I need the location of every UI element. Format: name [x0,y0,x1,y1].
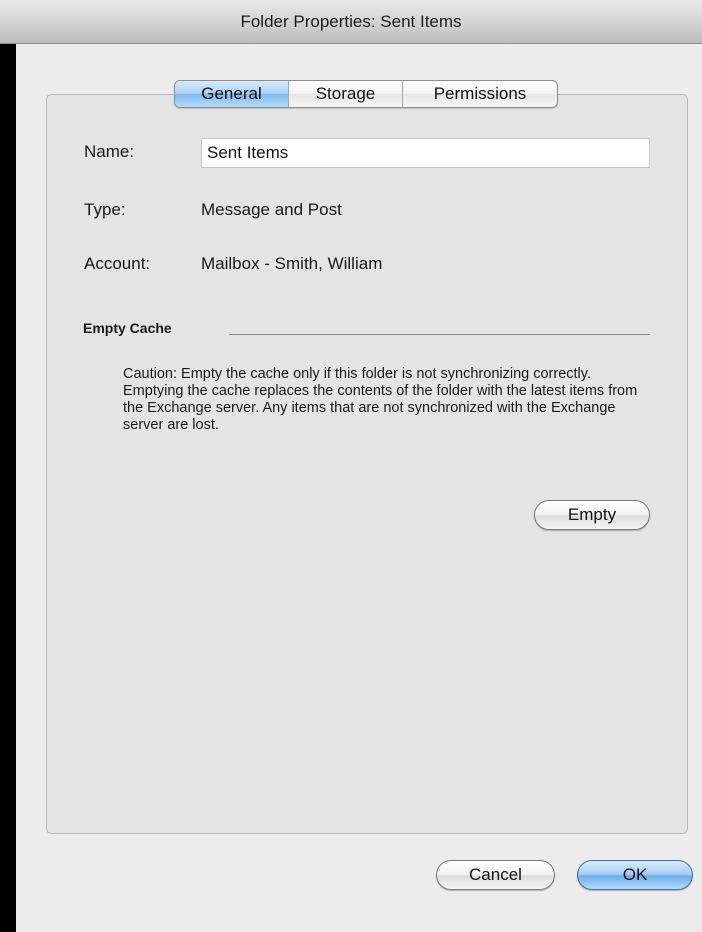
type-label: Type: [84,200,126,219]
tab-general[interactable]: General [175,81,289,107]
empty-cache-caution: Caution: Empty the cache only if this fo… [123,366,638,433]
account-value: Mailbox - Smith, William [201,254,383,273]
ok-button[interactable]: OK [577,860,693,890]
tab-storage[interactable]: Storage [289,81,403,107]
name-field[interactable] [201,138,650,168]
name-label: Name: [84,142,135,161]
cancel-button[interactable]: Cancel [436,860,555,890]
account-label: Account: [84,254,151,273]
type-value: Message and Post [201,200,342,219]
tab-bar: General Storage Permissions [174,80,558,108]
dialog-body: General Storage Permissions Name: Type: … [16,44,702,932]
section-divider [229,334,650,335]
empty-button[interactable]: Empty [534,500,650,530]
empty-cache-heading: Empty Cache [83,320,172,336]
window-title: Folder Properties: Sent Items [0,0,702,44]
folder-properties-window: Folder Properties: Sent Items General St… [0,0,702,932]
tab-permissions[interactable]: Permissions [403,81,557,107]
general-tab-panel [46,94,688,834]
